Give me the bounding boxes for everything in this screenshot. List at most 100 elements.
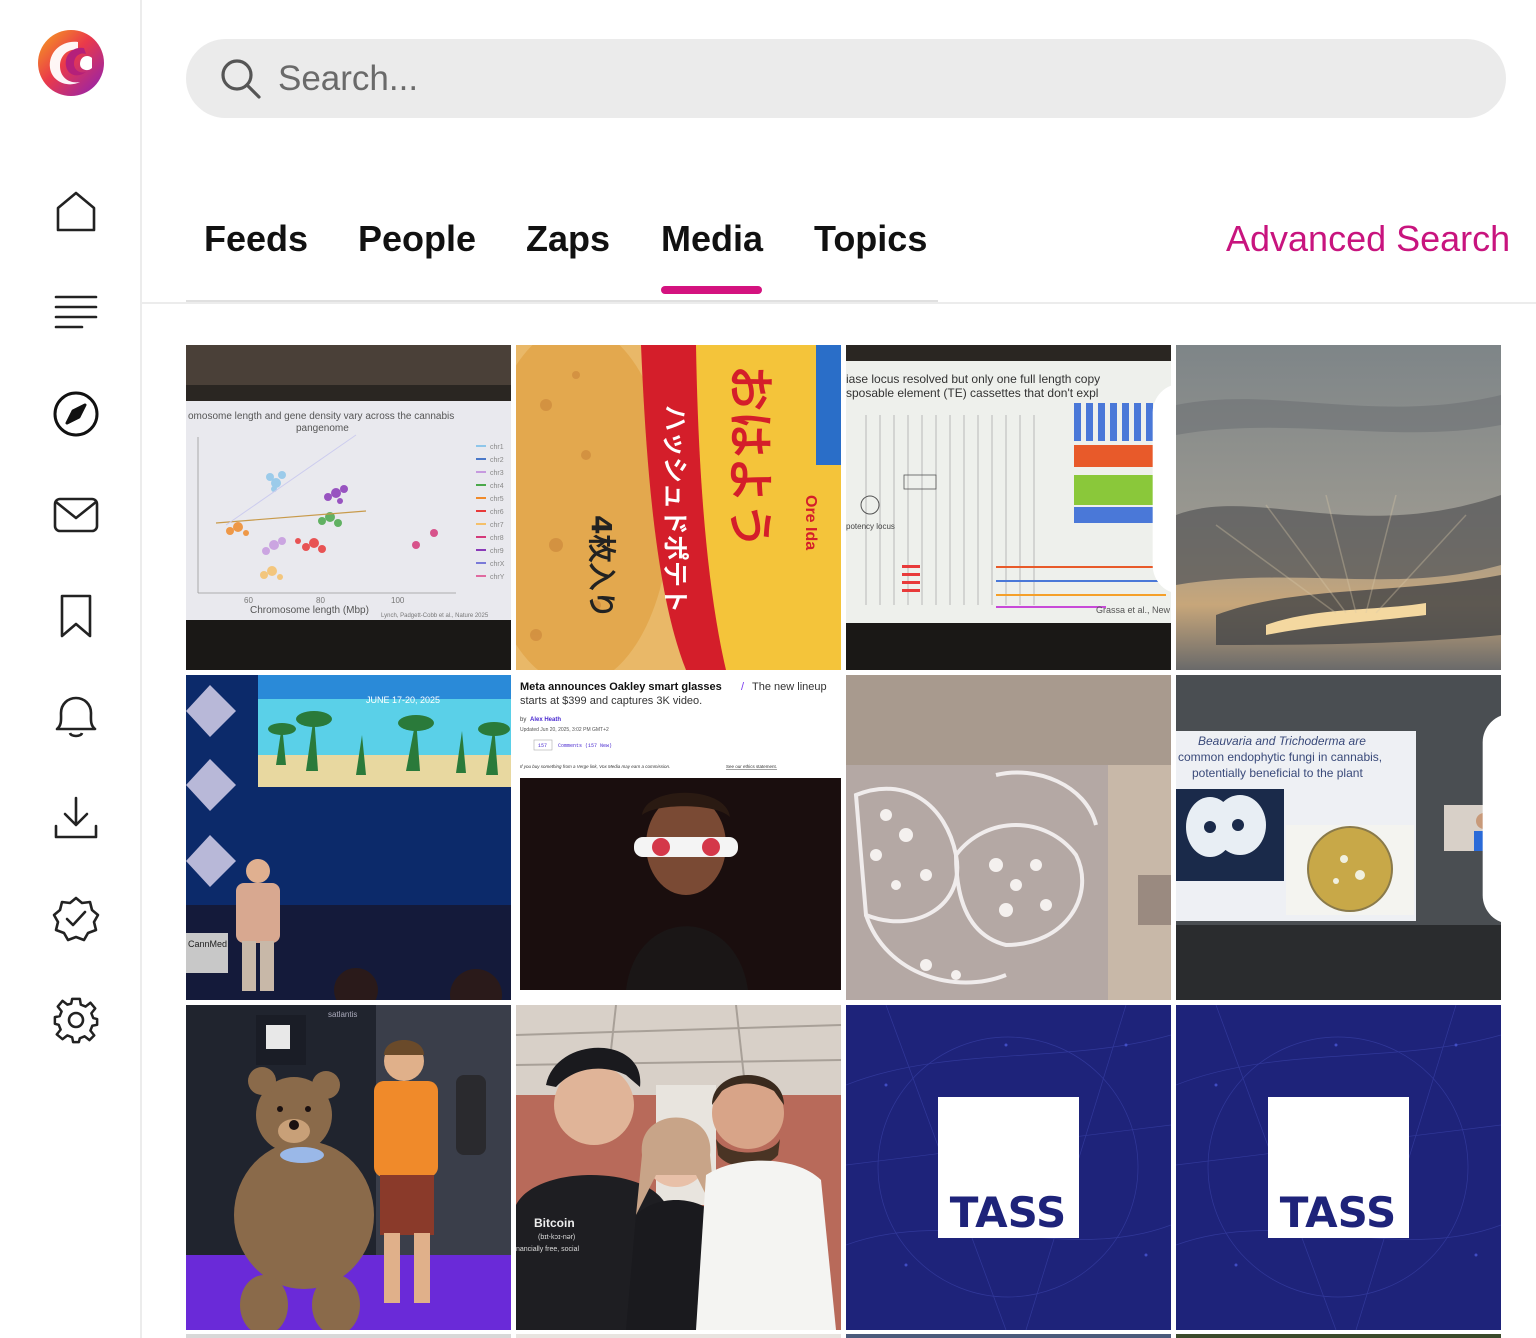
nav-verification[interactable]	[50, 893, 102, 945]
svg-text:chrY: chrY	[490, 574, 505, 581]
package-text-product: ハッシュドポテト	[659, 405, 690, 613]
svg-text:Chromosome length (Mbp): Chromosome length (Mbp)	[250, 605, 369, 616]
multiple-images-icon	[1152, 385, 1171, 593]
svg-text:chr3: chr3	[490, 470, 504, 477]
tab-topics[interactable]: Topics	[814, 218, 927, 260]
svg-text:iase locus resolved but only o: iase locus resolved but only one full le…	[846, 372, 1100, 386]
settings-icon	[53, 997, 99, 1044]
article-headline: Meta announces Oakley smart glasses	[520, 681, 722, 693]
media-tile-partial[interactable]	[516, 1334, 841, 1338]
tile-image: TASS	[1176, 1005, 1501, 1330]
nav-settings[interactable]	[50, 994, 102, 1046]
bookmark-icon	[60, 594, 92, 638]
advanced-search-link[interactable]: Advanced Search	[1226, 218, 1510, 260]
slide-title: omosome length and gene density vary acr…	[188, 411, 454, 422]
svg-text:chr7: chr7	[490, 522, 504, 529]
media-tile-partial[interactable]	[1176, 1334, 1501, 1338]
mail-icon	[53, 497, 99, 533]
media-tile-partial[interactable]	[186, 1334, 511, 1338]
header-divider	[142, 302, 1536, 304]
media-tile-conference-speaker[interactable]: JUNE 17-20, 2025 CannMed	[186, 675, 511, 1000]
tass-logo-text: TASS	[950, 1188, 1067, 1237]
search-input[interactable]	[278, 53, 1458, 105]
svg-text:60: 60	[244, 596, 253, 605]
search-icon	[221, 59, 261, 99]
verified-badge-icon	[52, 896, 100, 942]
nav-messages[interactable]	[50, 489, 102, 541]
media-tile-microscopy-slide[interactable]	[846, 675, 1171, 1000]
svg-text:Comments (157 New): Comments (157 New)	[558, 743, 612, 749]
svg-text:Beauvaria and Trichoderma are: Beauvaria and Trichoderma are	[1198, 734, 1366, 748]
svg-text:100: 100	[391, 596, 405, 605]
sidebar	[0, 0, 142, 1338]
media-tile-tass-logo[interactable]: TASS	[1176, 1005, 1501, 1330]
svg-text:by: by	[520, 717, 526, 723]
tile-image: おはよう ハッシュドポテト 4枚入り Ore Ida	[516, 345, 841, 670]
svg-text:Alex Heath: Alex Heath	[530, 717, 561, 723]
tile-image: Bitcoin (bɪt-kɔɪ-nər) nancially free, so…	[516, 1005, 841, 1330]
svg-text:chrX: chrX	[490, 561, 505, 568]
tile-image: TASS	[846, 1005, 1171, 1330]
media-tile-group-selfie[interactable]: Bitcoin (bɪt-kɔɪ-nər) nancially free, so…	[516, 1005, 841, 1330]
svg-text:The new lineup: The new lineup	[752, 681, 827, 693]
svg-text:80: 80	[316, 596, 325, 605]
media-tile-partial[interactable]	[846, 1334, 1171, 1338]
tile-image	[846, 675, 1171, 1000]
svg-text:chr8: chr8	[490, 535, 504, 542]
media-tile-chromosome-slide[interactable]: omosome length and gene density vary acr…	[186, 345, 511, 670]
svg-text:Updated Jun 20, 2025, 3:02 PM: Updated Jun 20, 2025, 3:02 PM GMT+2	[520, 727, 609, 733]
svg-text:chr2: chr2	[490, 457, 504, 464]
media-tile-sunset-sky[interactable]	[1176, 345, 1501, 670]
tab-people[interactable]: People	[358, 218, 476, 260]
media-tile-fungi-slide[interactable]: Beauvaria and Trichoderma are common end…	[1176, 675, 1501, 1000]
tile-image: Beauvaria and Trichoderma are common end…	[1176, 675, 1501, 1000]
tile-image: satlantis	[186, 1005, 511, 1330]
svg-text:(bɪt-kɔɪ-nər): (bɪt-kɔɪ-nər)	[538, 1234, 575, 1241]
media-tile-teddy-bear-booth[interactable]: satlantis	[186, 1005, 511, 1330]
svg-text:common endophytic fungi in can: common endophytic fungi in cannabis,	[1178, 750, 1382, 764]
slide-subtitle: pangenome	[296, 423, 349, 434]
svg-text:chr1: chr1	[490, 444, 504, 451]
tile-image: omosome length and gene density vary acr…	[186, 345, 511, 670]
media-tile-genome-slide[interactable]: iase locus resolved but only one full le…	[846, 345, 1171, 670]
app-logo[interactable]	[34, 26, 108, 100]
home-icon	[56, 191, 96, 232]
package-text-count: 4枚入り	[585, 515, 618, 618]
svg-text:starts at $399 and captures 3K: starts at $399 and captures 3K video.	[520, 695, 702, 707]
svg-text:potency locus: potency locus	[846, 522, 895, 531]
media-tile-article-screenshot[interactable]: Meta announces Oakley smart glasses / Th…	[516, 675, 841, 1000]
nav-home[interactable]	[50, 186, 102, 238]
tab-feeds[interactable]: Feeds	[204, 218, 308, 260]
media-tile-snack-package[interactable]: おはよう ハッシュドポテト 4枚入り Ore Ida	[516, 345, 841, 670]
tile-image: iase locus resolved but only one full le…	[846, 345, 1171, 670]
active-tab-indicator	[661, 286, 762, 294]
search-tabs: Feeds People Zaps Media Topics	[186, 210, 938, 302]
nav-feeds[interactable]	[50, 287, 102, 339]
tile-image: Meta announces Oakley smart glasses / Th…	[516, 675, 841, 1000]
tass-logo-text: TASS	[1280, 1188, 1397, 1237]
media-tile-tass-logo[interactable]: TASS	[846, 1005, 1171, 1330]
svg-text:chr9: chr9	[490, 548, 504, 555]
svg-text:See our ethics statement.: See our ethics statement.	[726, 764, 777, 769]
feed-list-icon	[54, 295, 98, 329]
svg-text:Bitcoin: Bitcoin	[534, 1216, 575, 1230]
multiple-images-icon	[1482, 715, 1501, 923]
nav-explore[interactable]	[50, 388, 102, 440]
svg-text:CannMed: CannMed	[188, 939, 227, 949]
search-bar[interactable]	[186, 39, 1506, 118]
svg-text:chr5: chr5	[490, 496, 504, 503]
svg-text:nancially free, social: nancially free, social	[516, 1246, 579, 1253]
svg-text:157: 157	[538, 743, 547, 749]
nav-notifications[interactable]	[50, 691, 102, 743]
nav-downloads[interactable]	[50, 792, 102, 844]
svg-text:JUNE 17-20, 2025: JUNE 17-20, 2025	[366, 695, 440, 705]
nav-bookmarks[interactable]	[50, 590, 102, 642]
svg-text:chr6: chr6	[490, 509, 504, 516]
download-icon	[54, 796, 98, 839]
tile-image: JUNE 17-20, 2025 CannMed	[186, 675, 511, 1000]
package-brand: Ore Ida	[802, 495, 819, 550]
tab-zaps[interactable]: Zaps	[526, 218, 610, 260]
tab-media[interactable]: Media	[661, 218, 763, 260]
logo-mark	[38, 30, 104, 96]
svg-text:sposable element (TE) cassette: sposable element (TE) cassettes that don…	[846, 386, 1098, 400]
